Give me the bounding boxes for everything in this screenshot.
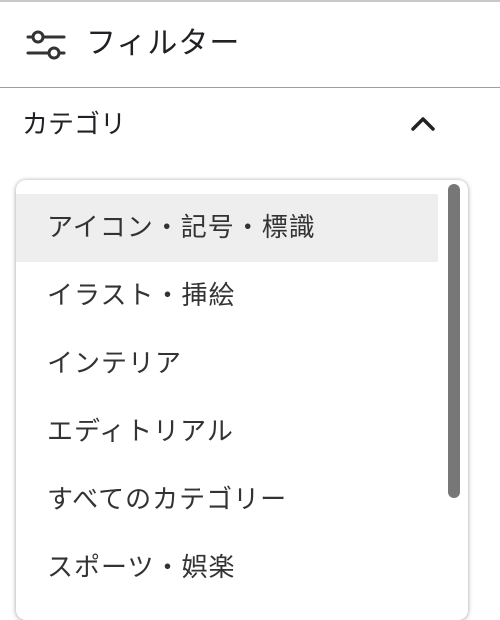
category-toggle[interactable]: カテゴリ (0, 88, 500, 164)
filter-title: フィルター (86, 26, 241, 61)
category-option[interactable]: アイコン・記号・標識 (16, 194, 438, 262)
category-label: カテゴリ (22, 110, 127, 140)
chevron-up-icon[interactable] (408, 112, 438, 136)
filter-header: フィルター (0, 2, 500, 88)
category-option[interactable]: スポーツ・娯楽 (16, 534, 438, 602)
category-option[interactable]: すべてのカテゴリー (16, 466, 438, 534)
sliders-icon (26, 28, 66, 62)
category-dropdown: アイコン・記号・標識 イラスト・挿絵 インテリア エディトリアル すべてのカテゴ… (16, 180, 468, 620)
scrollbar-thumb[interactable] (448, 184, 460, 498)
category-option[interactable]: エディトリアル (16, 398, 438, 466)
category-option[interactable]: インテリア (16, 330, 438, 398)
category-option[interactable]: イラスト・挿絵 (16, 262, 438, 330)
